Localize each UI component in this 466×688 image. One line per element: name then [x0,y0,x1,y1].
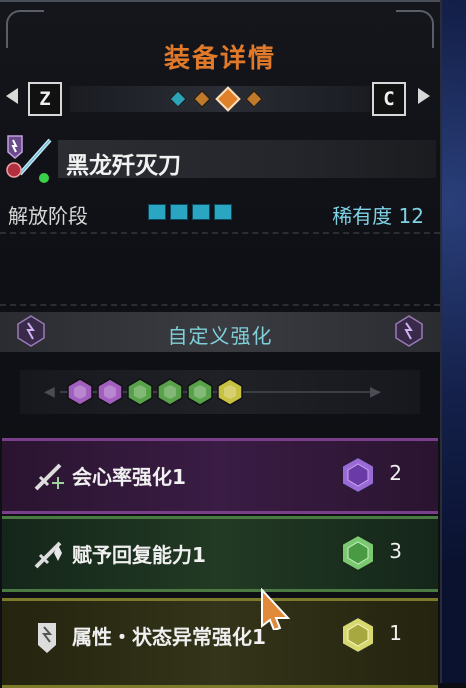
augment-label: 属性・状态异常强化1 [72,625,266,649]
page-title: 装备详情 [163,44,276,74]
arrow-right-icon[interactable] [418,88,430,104]
augment-label: 赋予回复能力1 [72,543,206,567]
release-stage-meter [148,204,232,220]
augment-slot-gem-icon [187,378,213,406]
weapon-row: 黑龙歼灭刀 [0,128,440,184]
augment-gem-yellow-icon [341,615,375,655]
augment-slot-gem-icon [217,378,243,406]
longsword-icon [6,135,52,183]
weapon-name: 黑龙歼灭刀 [66,153,181,179]
stage-pip [148,204,166,220]
sword-crit-icon [34,463,64,491]
stage-pip [170,204,188,220]
pointer-cursor-icon [261,588,291,630]
stage-pip [192,204,210,220]
augment-count: 2 [389,461,402,485]
arrow-left-icon[interactable] [6,88,18,104]
augment-row-1[interactable]: 会心率强化1 2 [2,438,438,514]
stage-pip [214,204,232,220]
augment-slot-gems [66,378,244,406]
augment-slots-bar: ◀ ▶ [20,370,420,414]
augment-label: 会心率强化1 [72,465,186,489]
page-dot-3-active[interactable] [215,86,241,112]
augment-count: 3 [389,539,402,563]
slots-cap-right-icon: ▶ [370,384,381,400]
augment-row-3[interactable]: 属性・状态异常强化1 1 [2,598,438,688]
custom-augment-header: 自定义强化 [0,312,440,352]
equipment-detail-panel: 装备详情 Z C 黑龙歼灭刀 解放阶段 稀有度 12 自定义强化 ◀ ▶ 会心率… [0,0,442,688]
augment-count: 1 [389,621,402,645]
release-stage-row: 解放阶段 稀有度 12 [8,198,432,228]
slots-cap-left-icon: ◀ [44,384,55,400]
divider [0,232,440,234]
rarity-label: 稀有度 12 [332,204,424,228]
sword-heal-icon [34,541,62,569]
page-dot-4[interactable] [244,89,264,109]
key-c-button[interactable]: C [372,82,406,116]
page-dot-2[interactable] [192,89,212,109]
page-dot-1[interactable] [168,89,188,109]
release-stage-label: 解放阶段 [8,204,88,228]
augment-slot-gem-icon [157,378,183,406]
augment-slot-gem-icon [67,378,93,406]
augment-row-2[interactable]: 赋予回复能力1 3 [2,516,438,592]
divider [0,304,440,306]
element-icon [38,623,56,653]
augment-slot-gem-icon [97,378,123,406]
augment-gem-purple-icon [341,455,375,495]
key-z-button[interactable]: Z [28,82,62,116]
augment-slot-gem-icon [127,378,153,406]
tab-navigation: Z C [6,82,430,116]
custom-augment-title: 自定义强化 [167,324,273,348]
emblem-right-icon [395,315,423,347]
page-indicator-dots [168,86,264,112]
augment-gem-green-icon [341,533,375,573]
